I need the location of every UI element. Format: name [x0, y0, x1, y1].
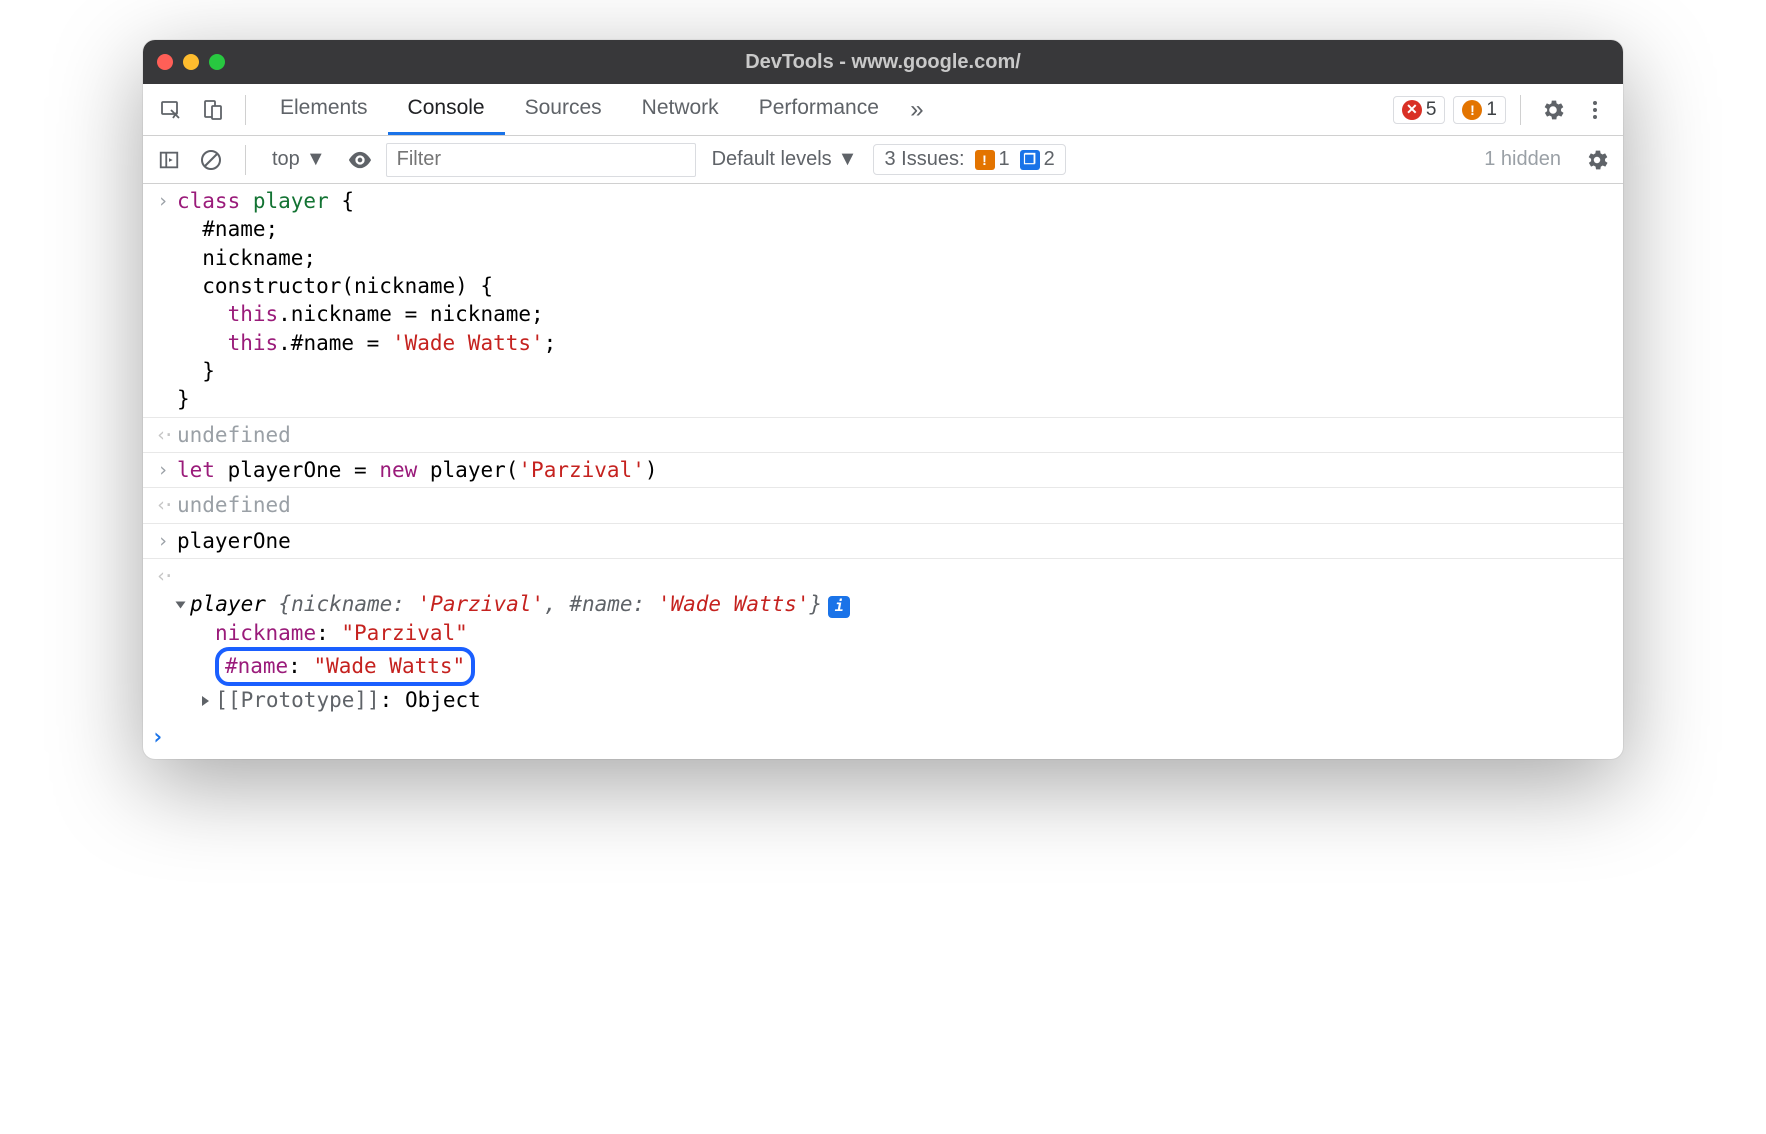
- tabs-overflow-button[interactable]: »: [899, 84, 935, 135]
- context-selector[interactable]: top ▼: [264, 146, 334, 173]
- input-marker-icon: [149, 456, 177, 484]
- clear-console-icon[interactable]: [195, 144, 227, 176]
- sidebar-toggle-icon[interactable]: [153, 144, 185, 176]
- console-settings-icon[interactable]: [1581, 144, 1613, 176]
- console-subtoolbar: top ▼ Default levels ▼ 3 Issues: ! 1 ❐ 2…: [143, 136, 1623, 184]
- tab-network[interactable]: Network: [622, 84, 739, 135]
- warning-icon: !: [1462, 100, 1482, 120]
- devtools-window: DevTools - www.google.com/ Elements Cons…: [143, 40, 1623, 759]
- warnings-badge[interactable]: ! 1: [1453, 96, 1506, 124]
- object-property-key[interactable]: nickname: [215, 621, 316, 645]
- error-icon: ✕: [1402, 100, 1422, 120]
- tab-sources[interactable]: Sources: [505, 84, 622, 135]
- prompt-icon: ›: [151, 725, 164, 750]
- object-result[interactable]: player {nickname: 'Parzival', #name: 'Wa…: [177, 562, 1615, 714]
- issues-button[interactable]: 3 Issues: ! 1 ❐ 2: [873, 144, 1065, 175]
- console-output: class player { #name; nickname; construc…: [143, 184, 1623, 759]
- disclosure-triangle-icon[interactable]: [202, 696, 209, 706]
- highlighted-private-field: #name: "Wade Watts": [215, 647, 475, 685]
- status-badges: ✕ 5 ! 1: [1393, 96, 1506, 124]
- panel-tabs: Elements Console Sources Network Perform…: [260, 84, 1387, 135]
- divider: [1520, 95, 1521, 125]
- window-title: DevTools - www.google.com/: [143, 51, 1623, 74]
- issues-label: 3 Issues:: [884, 148, 964, 171]
- console-output-row: player {nickname: 'Parzival', #name: 'Wa…: [143, 559, 1623, 717]
- context-label: top: [272, 148, 300, 171]
- disclosure-triangle-icon[interactable]: [176, 602, 186, 609]
- prototype-label[interactable]: [[Prototype]]: [215, 688, 379, 712]
- object-property-value: "Wade Watts": [313, 654, 465, 678]
- console-input-row[interactable]: playerOne: [143, 524, 1623, 559]
- console-output-row: undefined: [143, 418, 1623, 453]
- result-undefined: undefined: [177, 421, 1615, 449]
- object-property-value: "Parzival": [341, 621, 467, 645]
- kebab-menu-icon[interactable]: [1577, 92, 1613, 128]
- warning-icon: !: [975, 150, 995, 170]
- filter-input[interactable]: [386, 143, 696, 177]
- input-marker-icon: [149, 187, 177, 414]
- output-marker-icon: [149, 562, 177, 714]
- errors-count: 5: [1426, 99, 1437, 121]
- warnings-count: 1: [1486, 99, 1497, 121]
- tab-performance[interactable]: Performance: [739, 84, 899, 135]
- live-expression-icon[interactable]: [344, 144, 376, 176]
- info-icon: ❐: [1020, 150, 1040, 170]
- device-toggle-icon[interactable]: [195, 92, 231, 128]
- settings-icon[interactable]: [1535, 92, 1571, 128]
- result-undefined: undefined: [177, 491, 1615, 519]
- console-input-row[interactable]: class player { #name; nickname; construc…: [143, 184, 1623, 418]
- errors-badge[interactable]: ✕ 5: [1393, 96, 1446, 124]
- inspect-icon[interactable]: [153, 92, 189, 128]
- hidden-messages-label: 1 hidden: [1484, 148, 1561, 171]
- tab-console[interactable]: Console: [388, 84, 505, 135]
- chevron-down-icon: ▼: [838, 148, 858, 171]
- tab-elements[interactable]: Elements: [260, 84, 388, 135]
- main-toolbar: Elements Console Sources Network Perform…: [143, 84, 1623, 136]
- chevron-down-icon: ▼: [306, 148, 326, 171]
- console-input-row[interactable]: let playerOne = new player('Parzival'): [143, 453, 1623, 488]
- titlebar: DevTools - www.google.com/: [143, 40, 1623, 84]
- issues-info: ❐ 2: [1020, 148, 1055, 171]
- output-marker-icon: [149, 421, 177, 449]
- log-levels-label: Default levels: [712, 148, 832, 171]
- output-marker-icon: [149, 491, 177, 519]
- input-marker-icon: [149, 527, 177, 555]
- code-line: let playerOne = new player('Parzival'): [177, 456, 1615, 484]
- object-property-key[interactable]: #name: [225, 654, 288, 678]
- issues-warn: ! 1: [975, 148, 1010, 171]
- code-line: playerOne: [177, 527, 1615, 555]
- console-output-row: undefined: [143, 488, 1623, 523]
- divider: [245, 95, 246, 125]
- divider: [245, 145, 246, 175]
- code-block: class player { #name; nickname; construc…: [177, 187, 1615, 414]
- info-icon[interactable]: i: [828, 596, 850, 618]
- log-levels-selector[interactable]: Default levels ▼: [706, 146, 864, 173]
- console-prompt[interactable]: ›: [143, 717, 1623, 759]
